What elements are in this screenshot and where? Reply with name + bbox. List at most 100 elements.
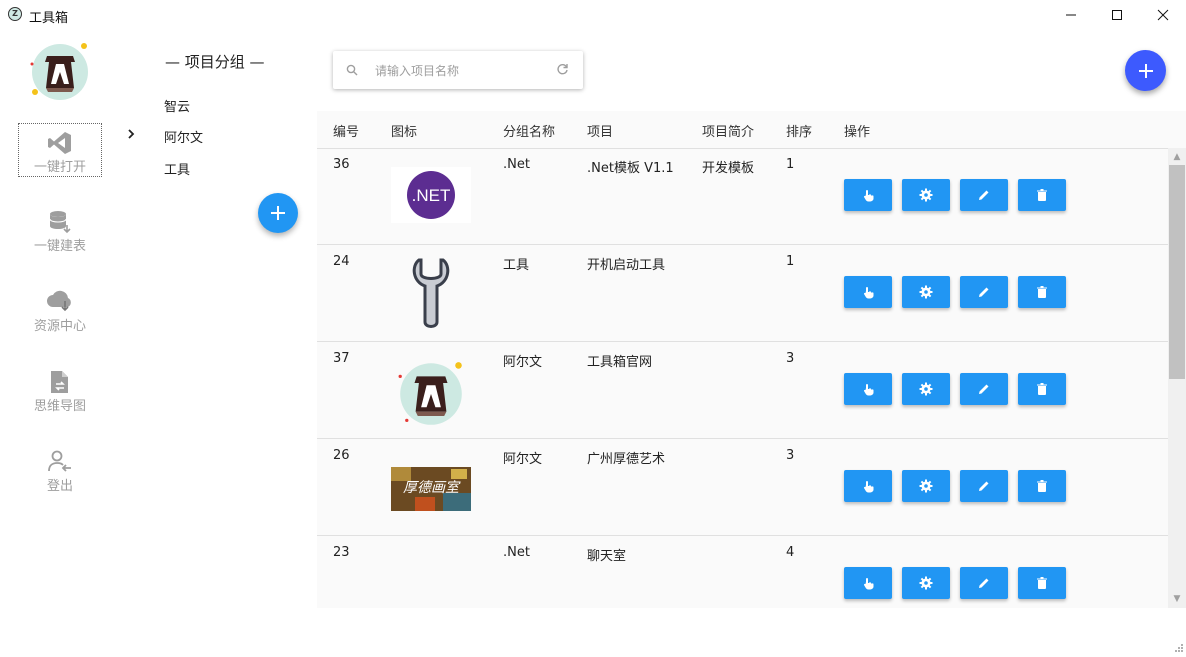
pencil-icon: [979, 481, 989, 491]
row-order: 1: [786, 254, 795, 269]
group-item-selected[interactable]: 阿尔文: [164, 127, 203, 146]
row-project: 广州厚德艺术: [587, 452, 666, 467]
column-header: 分组名称: [503, 125, 556, 140]
edit-button[interactable]: [960, 276, 1008, 308]
maximize-button[interactable]: [1094, 0, 1140, 30]
nav-item-create-table[interactable]: 一键建表: [18, 203, 102, 257]
open-button[interactable]: [844, 470, 892, 502]
nav-item-quick-open[interactable]: 一键打开: [18, 123, 102, 177]
window-title: 工具箱: [29, 11, 69, 26]
settings-button[interactable]: [902, 567, 950, 599]
touch-icon: [863, 384, 874, 396]
settings-button[interactable]: [902, 276, 950, 308]
table-header: 编号 图标 分组名称 项目 项目简介 排序 操作: [317, 111, 1186, 149]
row-project: 工具箱官网: [587, 355, 653, 370]
table-row: 36 .NET .Net .Net模板 V1.1 开发模板 1: [317, 148, 1169, 245]
row-order: 3: [786, 351, 795, 366]
trash-icon: [1037, 286, 1047, 298]
row-id: 37: [333, 351, 350, 366]
group-item[interactable]: 智云: [164, 96, 190, 115]
dotnet-logo-text: .NET: [412, 186, 451, 205]
user-logout-icon: [48, 450, 71, 472]
row-id: 23: [333, 545, 350, 560]
gear-icon: [919, 382, 933, 396]
delete-button[interactable]: [1018, 567, 1066, 599]
chevron-right-icon: [126, 128, 136, 144]
gear-icon: [919, 479, 933, 493]
nav-item-label: 登出: [46, 479, 73, 494]
open-button[interactable]: [844, 276, 892, 308]
search-box: [333, 51, 583, 89]
delete-button[interactable]: [1018, 276, 1066, 308]
edit-button[interactable]: [960, 179, 1008, 211]
edit-button[interactable]: [960, 373, 1008, 405]
gear-icon: [919, 576, 933, 590]
nav-item-logout[interactable]: 登出: [18, 443, 102, 497]
touch-icon: [863, 287, 874, 299]
column-header: 项目: [587, 125, 614, 140]
touch-icon: [863, 190, 874, 202]
row-id: 24: [333, 254, 350, 269]
row-group: 阿尔文: [503, 452, 543, 467]
wrench-logo: [391, 258, 471, 328]
gear-icon: [919, 188, 933, 202]
search-icon: [346, 64, 358, 76]
open-button[interactable]: [844, 373, 892, 405]
nav-item-label: 一键打开: [33, 160, 86, 175]
row-id: 26: [333, 448, 350, 463]
close-icon: [1157, 9, 1169, 21]
open-button[interactable]: [844, 179, 892, 211]
gear-icon: [919, 285, 933, 299]
row-project: .Net模板 V1.1: [587, 161, 674, 176]
file-sync-icon: [51, 371, 68, 393]
table-row: 24 工具 开机启动工具 1: [317, 245, 1169, 342]
delete-button[interactable]: [1018, 179, 1066, 211]
column-header: 排序: [786, 125, 813, 140]
search-input[interactable]: [373, 60, 547, 82]
add-group-button[interactable]: [258, 193, 298, 233]
resize-grip-icon[interactable]: [1172, 643, 1184, 655]
row-desc: 开发模板: [702, 161, 755, 176]
project-table: 编号 图标 分组名称 项目 项目简介 排序 操作 36 .NET .Net .N…: [317, 111, 1186, 608]
vscode-icon: [48, 132, 71, 154]
dotnet-logo: .NET: [391, 167, 471, 223]
plus-icon: [271, 206, 285, 220]
minimize-icon: [1066, 14, 1076, 16]
scroll-down-arrow-icon[interactable]: ▼: [1168, 592, 1186, 606]
row-group: 工具: [503, 258, 530, 273]
table-scrollbar[interactable]: ▲ ▼: [1168, 148, 1186, 608]
table-row: 26 厚德画室 阿尔文 广州厚德艺术 3: [317, 439, 1169, 536]
database-icon: [49, 211, 71, 234]
row-group: 阿尔文: [503, 355, 543, 370]
nav-item-mind-map[interactable]: 思维导图: [18, 363, 102, 417]
settings-button[interactable]: [902, 373, 950, 405]
alvin-avatar-logo: [391, 361, 471, 425]
app-icon: Z: [8, 7, 22, 21]
settings-button[interactable]: [902, 179, 950, 211]
minimize-button[interactable]: [1048, 0, 1094, 30]
pencil-icon: [979, 384, 989, 394]
group-heading: — 项目分组 —: [165, 53, 265, 71]
group-item[interactable]: 工具: [164, 159, 190, 178]
delete-button[interactable]: [1018, 373, 1066, 405]
row-group: .Net: [503, 157, 530, 172]
add-project-button[interactable]: [1125, 50, 1166, 91]
pencil-icon: [979, 190, 989, 200]
refresh-icon[interactable]: [556, 63, 569, 76]
open-button[interactable]: [844, 567, 892, 599]
plus-icon: [1138, 63, 1153, 78]
edit-button[interactable]: [960, 470, 1008, 502]
nav-item-resource-center[interactable]: 资源中心: [18, 283, 102, 337]
settings-button[interactable]: [902, 470, 950, 502]
edit-button[interactable]: [960, 567, 1008, 599]
scroll-up-arrow-icon[interactable]: ▲: [1168, 150, 1186, 164]
houde-logo-text: 厚德画室: [403, 480, 461, 496]
maximize-icon: [1112, 10, 1122, 20]
delete-button[interactable]: [1018, 470, 1066, 502]
row-project: 聊天室: [587, 549, 627, 564]
touch-icon: [863, 481, 874, 493]
trash-icon: [1037, 577, 1047, 589]
column-header: 项目简介: [702, 125, 755, 140]
scroll-thumb[interactable]: [1169, 165, 1185, 379]
close-button[interactable]: [1140, 0, 1186, 30]
